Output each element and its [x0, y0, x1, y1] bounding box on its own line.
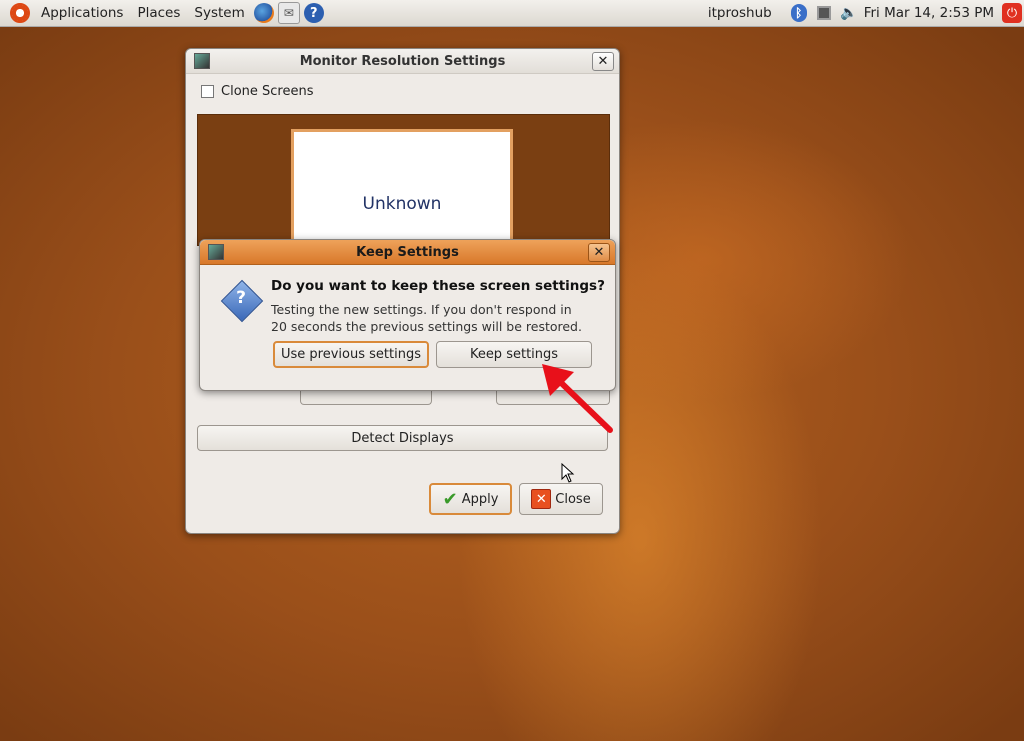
- mouse-cursor-icon: [561, 463, 575, 483]
- apply-label: Apply: [461, 491, 499, 507]
- volume-icon[interactable]: 🔈: [840, 4, 857, 22]
- close-label: Close: [555, 491, 591, 507]
- dialog-title: Keep Settings: [356, 244, 459, 260]
- dialog-message-line2: 20 seconds the previous settings will be…: [271, 319, 582, 334]
- window-close-button[interactable]: ✕: [592, 52, 614, 71]
- dialog-heading: Do you want to keep these screen setting…: [271, 278, 605, 294]
- ubuntu-logo-icon[interactable]: [10, 3, 30, 23]
- use-previous-settings-label: Use previous settings: [281, 347, 421, 362]
- panel-right: itproshub ᛒ 🔈 Fri Mar 14, 2:53 PM ⏻: [708, 0, 1024, 26]
- help-icon[interactable]: ?: [303, 3, 324, 23]
- apply-button[interactable]: ✔ Apply: [429, 483, 512, 515]
- red-arrow-annotation: [542, 364, 613, 433]
- menu-applications[interactable]: Applications: [34, 0, 130, 26]
- clone-screens-checkbox[interactable]: [201, 85, 214, 98]
- window-title: Monitor Resolution Settings: [299, 53, 506, 69]
- obscured-button-left: [300, 390, 432, 405]
- clone-screens-label[interactable]: Clone Screens: [221, 84, 313, 99]
- user-name[interactable]: itproshub: [708, 5, 786, 21]
- dialog-message-line1: Testing the new settings. If you don't r…: [271, 302, 572, 317]
- window-titlebar[interactable]: Monitor Resolution Settings ✕: [186, 49, 619, 74]
- clone-screens-row[interactable]: Clone Screens: [201, 84, 313, 99]
- question-icon: ?: [220, 279, 264, 323]
- use-previous-settings-button[interactable]: Use previous settings: [273, 341, 429, 368]
- detect-displays-label: Detect Displays: [351, 430, 454, 446]
- monitor-preview[interactable]: Unknown: [291, 129, 513, 245]
- monitor-layout-area[interactable]: Unknown: [197, 114, 610, 246]
- dialog-close-button[interactable]: ✕: [588, 243, 610, 262]
- menu-places[interactable]: Places: [130, 0, 187, 26]
- top-panel: Applications Places System ✉ ? itproshub…: [0, 0, 1024, 27]
- menu-system[interactable]: System: [187, 0, 251, 26]
- clock[interactable]: Fri Mar 14, 2:53 PM: [862, 5, 1002, 21]
- power-icon[interactable]: ⏻: [1002, 3, 1022, 23]
- close-button[interactable]: ✕ Close: [519, 483, 603, 515]
- dialog-titlebar[interactable]: Keep Settings ✕: [200, 240, 615, 265]
- bluetooth-icon[interactable]: ᛒ: [790, 4, 807, 22]
- mail-icon[interactable]: ✉: [277, 2, 300, 24]
- checkmark-icon: ✔: [442, 488, 458, 510]
- network-icon[interactable]: [816, 6, 831, 20]
- dialog-message: Testing the new settings. If you don't r…: [271, 301, 601, 335]
- close-icon: ✕: [531, 489, 552, 509]
- firefox-icon[interactable]: [253, 3, 274, 23]
- panel-menu: Applications Places System: [34, 0, 252, 26]
